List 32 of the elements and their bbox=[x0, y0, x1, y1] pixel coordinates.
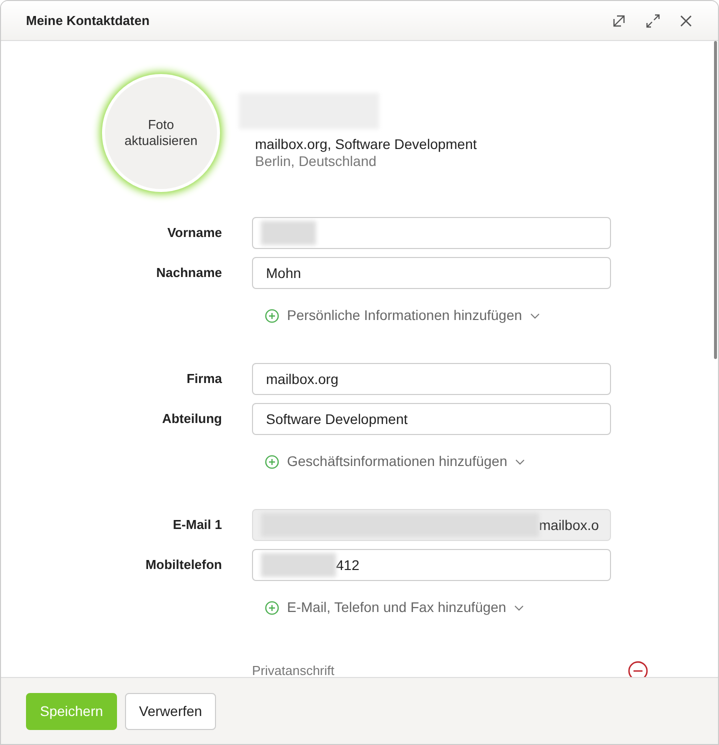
add-icon bbox=[265, 454, 279, 468]
scrollbar-thumb[interactable] bbox=[714, 41, 717, 359]
window-title: Meine Kontaktdaten bbox=[26, 12, 150, 30]
field-label: Nachname bbox=[155, 264, 222, 282]
maximize-icon[interactable] bbox=[645, 12, 661, 28]
close-icon[interactable] bbox=[679, 14, 693, 28]
chevron-down-icon bbox=[515, 458, 526, 464]
add-link[interactable]: E-Mail, Telefon und Fax hinzufügen bbox=[265, 597, 524, 618]
input-field[interactable]: mailbox.org bbox=[252, 363, 611, 395]
input-field[interactable] bbox=[252, 217, 611, 249]
add-icon bbox=[265, 600, 279, 614]
field-label: Abteilung bbox=[161, 410, 222, 428]
section-heading: Privatanschrift bbox=[252, 662, 334, 677]
add-icon bbox=[265, 308, 279, 322]
company-line: mailbox.org, Software Development bbox=[255, 136, 477, 153]
field-label: Firma bbox=[186, 370, 222, 388]
field-label: Mobiltelefon bbox=[144, 556, 222, 574]
input-field[interactable]: Software Development bbox=[252, 403, 611, 435]
add-link[interactable]: Persönliche Informationen hinzufügen bbox=[265, 305, 540, 326]
field-label: E-Mail 1 bbox=[172, 516, 222, 534]
field-label: Vorname bbox=[166, 224, 222, 242]
input-field[interactable]: Mohn bbox=[252, 257, 611, 289]
chevron-down-icon bbox=[530, 312, 540, 318]
redacted-block bbox=[261, 221, 316, 245]
chevron-down-icon bbox=[514, 604, 524, 610]
remove-icon[interactable] bbox=[628, 661, 648, 677]
location-text: Berlin, Deutschland bbox=[255, 153, 378, 170]
input-field[interactable]: 412 bbox=[252, 549, 611, 581]
discard-button[interactable]: Verwerfen bbox=[125, 692, 216, 730]
add-link[interactable]: Geschäftsinformationen hinzufügen bbox=[265, 451, 526, 472]
photo-button[interactable]: Foto aktualisieren bbox=[102, 74, 220, 192]
minimize-icon[interactable] bbox=[611, 12, 627, 28]
